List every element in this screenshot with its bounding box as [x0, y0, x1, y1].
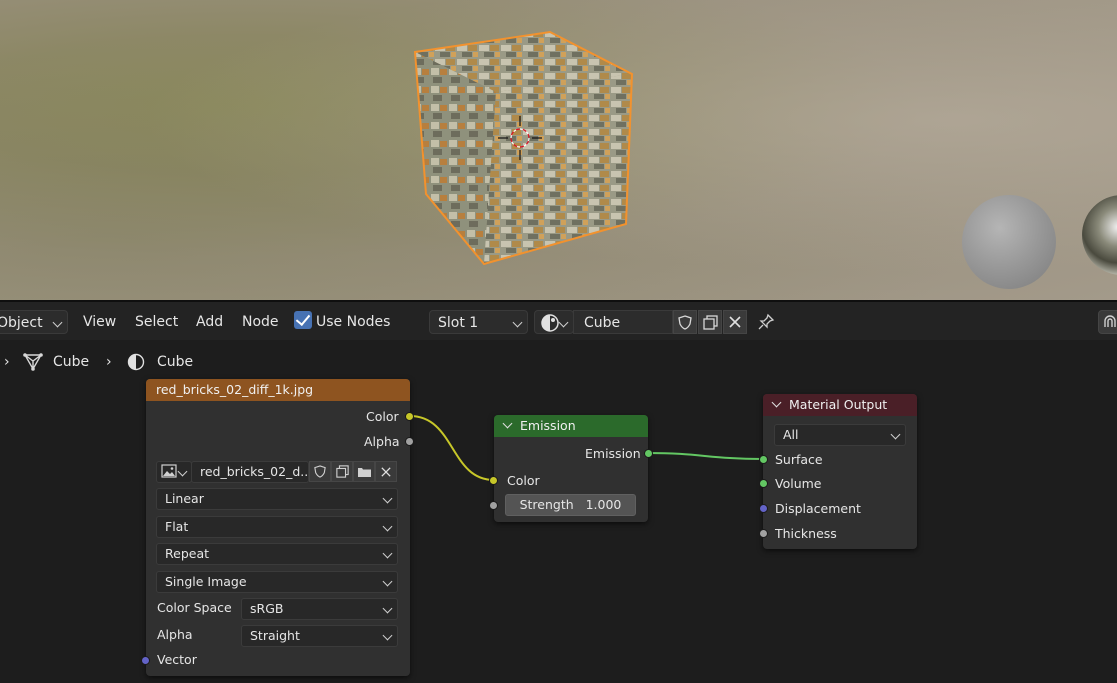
duplicate-image-icon[interactable] — [331, 461, 353, 482]
input-volume-socket[interactable] — [759, 479, 768, 488]
alpha-mode-dropdown[interactable]: Straight — [241, 625, 398, 647]
open-image-folder-icon[interactable] — [353, 461, 375, 482]
alpha-mode-label: Alpha — [157, 627, 193, 642]
interpolation-value: Linear — [165, 491, 204, 506]
input-displacement-label: Displacement — [775, 501, 861, 516]
input-vector-socket[interactable] — [141, 656, 150, 665]
render-target-value: All — [783, 427, 799, 442]
interpolation-dropdown[interactable]: Linear — [156, 488, 398, 510]
input-vector-label: Vector — [157, 652, 197, 667]
collapse-chevron-icon[interactable] — [771, 397, 782, 408]
strength-slider[interactable]: Strength 1.000 — [505, 494, 636, 516]
link-color-to-color — [409, 415, 495, 481]
projection-dropdown[interactable]: Flat — [156, 516, 398, 538]
input-displacement-socket[interactable] — [759, 504, 768, 513]
strength-label: Strength — [519, 497, 574, 512]
projection-value: Flat — [165, 519, 189, 534]
extension-dropdown[interactable]: Repeat — [156, 543, 398, 565]
link-emission-to-surface — [647, 452, 764, 460]
image-name-field[interactable]: red_bricks_02_d... — [191, 461, 312, 483]
output-emission-label: Emission — [585, 446, 641, 461]
color-space-dropdown[interactable]: sRGB — [241, 598, 398, 620]
input-color-label: Color — [507, 473, 540, 488]
render-target-dropdown[interactable]: All — [774, 424, 906, 446]
unlink-image-close-icon[interactable] — [375, 461, 397, 482]
color-space-value: sRGB — [250, 601, 284, 616]
output-color-label: Color — [366, 409, 399, 424]
output-emission-socket[interactable] — [644, 449, 653, 458]
collapse-chevron-icon[interactable] — [502, 418, 513, 429]
color-space-label: Color Space — [157, 600, 232, 615]
strength-value: 1.000 — [585, 497, 622, 512]
input-color-socket[interactable] — [489, 476, 498, 485]
input-strength-socket[interactable] — [489, 501, 498, 510]
image-icon — [161, 464, 177, 478]
source-dropdown[interactable]: Single Image — [156, 571, 398, 593]
source-value: Single Image — [165, 574, 247, 589]
fake-user-shield-icon[interactable] — [309, 461, 331, 482]
extension-value: Repeat — [165, 546, 210, 561]
image-texture-node-title: red_bricks_02_diff_1k.jpg — [156, 382, 314, 397]
material-output-node-header[interactable]: Material Output — [763, 394, 917, 416]
input-thickness-socket[interactable] — [759, 529, 768, 538]
output-alpha-label: Alpha — [364, 434, 400, 449]
emission-node-header[interactable]: Emission — [494, 415, 648, 437]
image-texture-node-header[interactable]: red_bricks_02_diff_1k.jpg — [146, 379, 410, 401]
input-surface-socket[interactable] — [759, 455, 768, 464]
alpha-mode-value: Straight — [250, 628, 300, 643]
input-volume-label: Volume — [775, 476, 822, 491]
emission-node-title: Emission — [520, 418, 576, 433]
image-browse-button[interactable] — [156, 461, 192, 483]
input-surface-label: Surface — [775, 452, 823, 467]
output-color-socket[interactable] — [405, 412, 414, 421]
material-output-node-title: Material Output — [789, 397, 888, 412]
input-thickness-label: Thickness — [775, 526, 837, 541]
output-alpha-socket[interactable] — [405, 437, 414, 446]
